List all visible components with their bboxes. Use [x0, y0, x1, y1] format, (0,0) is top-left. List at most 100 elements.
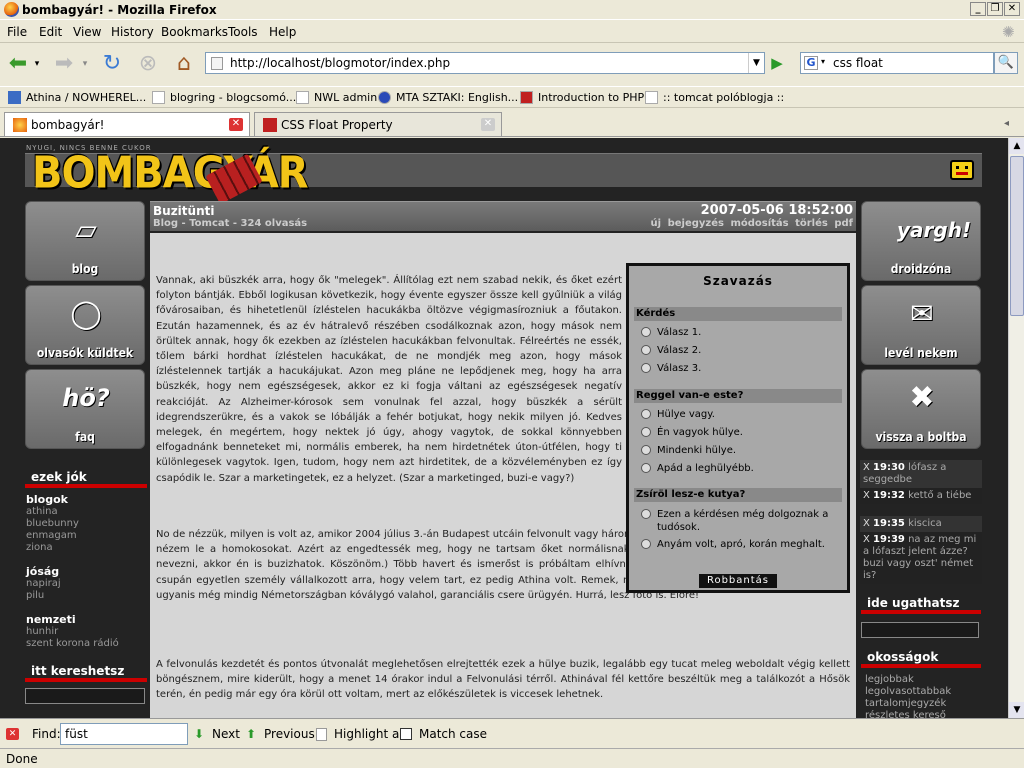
- link-reszletes-kereso[interactable]: részletes kereső: [865, 710, 951, 718]
- okossagok-links: legjobbak legolvasottabbak tartalomjegyz…: [865, 674, 951, 718]
- nav-droidzona[interactable]: yargh! droidzóna: [861, 201, 981, 281]
- bookmark-item[interactable]: Introduction to PHP: [520, 91, 644, 104]
- poll-option[interactable]: Válasz 1.: [637, 326, 843, 339]
- url-bar[interactable]: http://localhost/blogmotor/index.php ▼: [205, 52, 765, 74]
- menu-help[interactable]: Help: [269, 25, 296, 39]
- link-legjobbak[interactable]: legjobbak: [865, 674, 951, 686]
- reload-icon[interactable]: ↻: [98, 50, 126, 78]
- post-paragraph-3: A felvonulás kezdetét és pontos útvonalá…: [156, 659, 850, 701]
- bookmark-icon: [8, 91, 21, 104]
- highlight-all-button[interactable]: Highlight all: [334, 727, 406, 741]
- stop-icon[interactable]: ⊗: [134, 50, 162, 78]
- tab-list-icon[interactable]: ◂: [1004, 118, 1009, 129]
- find-next-button[interactable]: Next: [212, 727, 240, 741]
- poll-option[interactable]: Anyám volt, apró, korán meghalt.: [637, 538, 843, 551]
- menu-history[interactable]: History: [111, 25, 154, 39]
- link-hunhir[interactable]: hunhir: [26, 626, 119, 638]
- poll-question: Kérdés: [634, 307, 842, 321]
- menu-bookmarks[interactable]: Bookmarks: [161, 25, 228, 39]
- search-icon[interactable]: 🔍: [994, 52, 1018, 74]
- nav-blog[interactable]: ▱ blog: [25, 201, 145, 281]
- scroll-thumb[interactable]: [1010, 156, 1024, 316]
- poll-option[interactable]: Hülye vagy.: [637, 408, 843, 421]
- link-bluebunny[interactable]: bluebunny: [26, 518, 79, 530]
- link-ziona[interactable]: ziona: [26, 542, 79, 554]
- find-label: Find:: [32, 727, 61, 741]
- scroll-down-icon[interactable]: ▼: [1009, 702, 1024, 718]
- firefox-icon: [4, 2, 19, 17]
- tab-bombagyar[interactable]: bombagyár! ✕: [4, 112, 250, 136]
- link-pilu[interactable]: pilu: [26, 590, 61, 602]
- nav-vissza-a-boltba[interactable]: ✖ vissza a boltba: [861, 369, 981, 449]
- home-icon[interactable]: ⌂: [170, 50, 198, 78]
- post-paragraph-1: Vannak, aki büszkék arra, hogy ők "meleg…: [156, 275, 622, 484]
- chat-message: X 19:39 na az meg mi a lófaszt jelent áz…: [860, 532, 982, 584]
- ho-icon: hö?: [62, 384, 110, 412]
- search-input[interactable]: G ▾ css float: [800, 52, 994, 74]
- throbber-icon: ✺: [1002, 23, 1015, 41]
- poll-option[interactable]: Mindenki hülye.: [637, 444, 843, 457]
- poll-option[interactable]: Én vagyok hülye.: [637, 426, 843, 439]
- forward-dropdown-icon[interactable]: ▾: [78, 50, 92, 78]
- poll-option[interactable]: Válasz 3.: [637, 362, 843, 375]
- section-ugathatsz: ide ugathatsz: [861, 596, 981, 614]
- link-legolvasottabbak[interactable]: legolvasottabbak: [865, 686, 951, 698]
- scroll-up-icon[interactable]: ▲: [1009, 138, 1024, 154]
- bookmark-item[interactable]: MTA SZTAKI: English...: [378, 91, 518, 104]
- link-szent-korona[interactable]: szent korona rádió: [26, 638, 119, 650]
- bookmark-item[interactable]: :: tomcat polóblogja ::: [645, 91, 784, 104]
- bookmark-item[interactable]: NWL admin: [296, 91, 377, 104]
- close-window-button[interactable]: ✕: [1004, 2, 1020, 16]
- envelope-icon: ✉: [910, 297, 934, 330]
- link-tartalomjegyzek[interactable]: tartalomjegyzék: [865, 698, 951, 710]
- site-search-input[interactable]: [25, 688, 145, 704]
- bookmark-item[interactable]: blogring - blogcsomó...: [152, 91, 296, 104]
- search-text: css float: [833, 56, 883, 70]
- menu-view[interactable]: View: [73, 25, 101, 39]
- menu-file[interactable]: File: [7, 25, 27, 39]
- tab-css-float[interactable]: CSS Float Property ✕: [254, 112, 502, 136]
- chat-message: X 19:32 kettő a tiébe: [860, 488, 982, 504]
- bookmarks-toolbar: Athina / NOWHEREL... blogring - blogcsom…: [0, 86, 1024, 108]
- link-napiraj[interactable]: napiraj: [26, 578, 61, 590]
- find-input[interactable]: füst: [60, 723, 188, 745]
- google-icon[interactable]: G: [804, 56, 818, 70]
- nav-olvasok-kuldtek[interactable]: ◯ olvasók küldtek: [25, 285, 145, 365]
- post-meta: Blog - Tomcat - 324 olvasás: [153, 218, 308, 229]
- nav-level-nekem[interactable]: ✉ levél nekem: [861, 285, 981, 365]
- bookmark-icon: [645, 91, 658, 104]
- back-dropdown-icon[interactable]: ▾: [30, 50, 44, 78]
- url-dropdown-icon[interactable]: ▼: [748, 53, 764, 73]
- close-tab-icon[interactable]: ✕: [229, 118, 243, 131]
- poll-option[interactable]: Válasz 2.: [637, 344, 843, 357]
- match-case-checkbox[interactable]: [400, 728, 412, 740]
- post-actions[interactable]: új bejegyzés módosítás törlés pdf: [651, 218, 853, 229]
- vertical-scrollbar[interactable]: ▲ ▼: [1008, 138, 1024, 718]
- poll-question: Zsíröl lesz-e kutya?: [634, 488, 842, 502]
- close-tab-icon[interactable]: ✕: [481, 118, 495, 131]
- shout-input[interactable]: [861, 622, 979, 638]
- bookmark-item[interactable]: Athina / NOWHEREL...: [8, 91, 146, 104]
- link-enmagam[interactable]: enmagam: [26, 530, 79, 542]
- back-icon[interactable]: ⬅: [4, 50, 32, 78]
- close-find-icon[interactable]: ✕: [6, 728, 19, 740]
- maximize-button[interactable]: ❐: [987, 2, 1003, 16]
- forward-icon[interactable]: ➡: [50, 50, 78, 78]
- poll-title: Szavazás: [703, 274, 773, 288]
- poll-box: Szavazás Kérdés Válasz 1. Válasz 2. Vála…: [626, 263, 850, 593]
- engine-dropdown-icon[interactable]: ▾: [821, 57, 825, 66]
- cross-icon: ✖: [909, 380, 935, 415]
- chat-box: X 19:30 lófasz a seggedbe X 19:32 kettő …: [860, 460, 982, 588]
- menu-tools[interactable]: Tools: [228, 25, 258, 39]
- nav-faq[interactable]: hö? faq: [25, 369, 145, 449]
- vote-button[interactable]: Robbantás: [699, 574, 777, 588]
- poll-option[interactable]: Ezen a kérdésen még dolgoznak a tudósok.: [637, 508, 843, 534]
- go-icon[interactable]: ▶: [767, 54, 787, 74]
- menu-edit[interactable]: Edit: [39, 25, 62, 39]
- site-logo[interactable]: BOMBAGYÁR: [32, 148, 309, 199]
- find-previous-button[interactable]: Previous: [264, 727, 315, 741]
- link-athina[interactable]: athina: [26, 506, 79, 518]
- match-case-label: Match case: [419, 727, 488, 741]
- poll-option[interactable]: Apád a leghülyébb.: [637, 462, 843, 475]
- minimize-button[interactable]: _: [970, 2, 986, 16]
